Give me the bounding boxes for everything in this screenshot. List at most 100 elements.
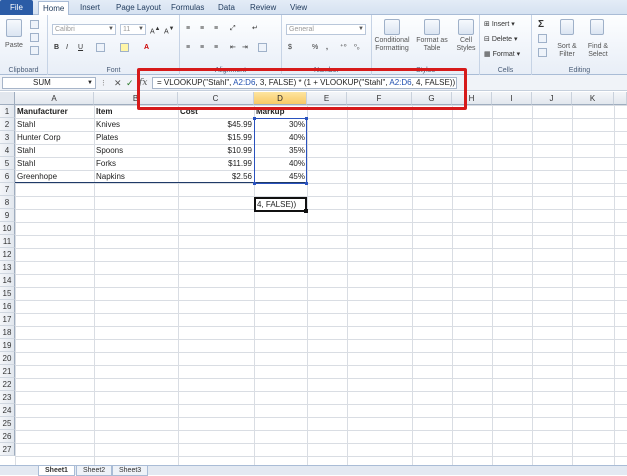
row-header[interactable]: 19: [0, 339, 15, 352]
underline-button[interactable]: U: [78, 42, 83, 53]
tab-formulas[interactable]: Formulas: [167, 1, 208, 15]
wrap-text-icon[interactable]: ↵: [252, 23, 258, 34]
tab-home[interactable]: Home: [38, 1, 70, 15]
fill-icon[interactable]: [538, 34, 547, 43]
delete-cells-button[interactable]: ⊟ Delete ▾: [484, 34, 518, 45]
align-bottom-icon[interactable]: ≡: [214, 23, 218, 34]
font-name-select[interactable]: Calibri ▼: [52, 24, 116, 35]
name-box[interactable]: SUM ▼: [2, 77, 96, 89]
font-size-select[interactable]: 11 ▼: [120, 24, 146, 35]
indent-increase-icon[interactable]: ⇥: [242, 42, 248, 53]
number-format-select[interactable]: General ▼: [286, 24, 366, 35]
tab-view[interactable]: View: [286, 1, 311, 15]
increase-decimal-icon[interactable]: ⁺⁰: [340, 42, 347, 53]
row-header[interactable]: 11: [0, 235, 15, 248]
orientation-icon[interactable]: ⤢: [230, 23, 236, 34]
row-header[interactable]: 24: [0, 404, 15, 417]
sort-filter-button[interactable]: Sort & Filter: [552, 43, 582, 59]
align-left-icon[interactable]: ≡: [186, 42, 190, 53]
row-header[interactable]: 13: [0, 261, 15, 274]
percent-button[interactable]: %: [312, 42, 318, 53]
sort-filter-icon[interactable]: [560, 19, 574, 35]
shrink-font-button[interactable]: A▼: [164, 24, 174, 35]
format-painter-icon[interactable]: [30, 46, 39, 55]
row-header[interactable]: 10: [0, 222, 15, 235]
tab-file[interactable]: File: [0, 0, 33, 15]
autosum-button[interactable]: Σ: [538, 19, 544, 30]
tab-page-layout[interactable]: Page Layout: [112, 1, 165, 15]
row-header[interactable]: 26: [0, 430, 15, 443]
row-header[interactable]: 7: [0, 183, 15, 196]
fill-color-icon[interactable]: [120, 43, 129, 52]
cut-icon[interactable]: [30, 20, 39, 29]
font-color-button[interactable]: A: [144, 42, 149, 53]
row-header[interactable]: 8: [0, 196, 15, 209]
row-header[interactable]: 5: [0, 157, 15, 170]
row-header[interactable]: 25: [0, 417, 15, 430]
tab-insert[interactable]: Insert: [76, 1, 104, 15]
row-header[interactable]: 12: [0, 248, 15, 261]
comma-button[interactable]: ,: [326, 42, 328, 53]
tab-review[interactable]: Review: [246, 1, 280, 15]
row-header[interactable]: 22: [0, 378, 15, 391]
row-header[interactable]: 4: [0, 144, 15, 157]
align-right-icon[interactable]: ≡: [214, 42, 218, 53]
column-header-k[interactable]: K: [572, 92, 614, 105]
row-header[interactable]: 17: [0, 313, 15, 326]
row-header[interactable]: 3: [0, 131, 15, 144]
paste-button[interactable]: Paste: [2, 42, 26, 50]
row-header[interactable]: 15: [0, 287, 15, 300]
row-header[interactable]: 2: [0, 118, 15, 131]
indent-decrease-icon[interactable]: ⇤: [230, 42, 236, 53]
range-handle[interactable]: [253, 117, 256, 120]
select-all-corner[interactable]: [0, 92, 15, 105]
conditional-formatting-button[interactable]: Conditional Formatting: [372, 37, 412, 53]
fill-handle[interactable]: [304, 209, 308, 213]
row-header[interactable]: 20: [0, 352, 15, 365]
range-handle[interactable]: [305, 182, 308, 185]
range-handle[interactable]: [305, 117, 308, 120]
italic-button[interactable]: I: [66, 42, 68, 53]
cell-styles-button[interactable]: Cell Styles: [452, 37, 480, 53]
grow-font-button[interactable]: A▲: [150, 24, 160, 35]
row-header[interactable]: 14: [0, 274, 15, 287]
row-header[interactable]: 18: [0, 326, 15, 339]
row-header[interactable]: 6: [0, 170, 15, 183]
align-center-icon[interactable]: ≡: [200, 42, 204, 53]
cancel-icon[interactable]: ✕: [114, 77, 122, 89]
format-as-table-button[interactable]: Format as Table: [414, 37, 450, 53]
merge-center-icon[interactable]: [258, 43, 267, 52]
tab-data[interactable]: Data: [214, 1, 239, 15]
row-header[interactable]: 16: [0, 300, 15, 313]
find-select-button[interactable]: Find & Select: [582, 43, 614, 59]
format-cells-button[interactable]: ▦ Format ▾: [484, 49, 520, 60]
copy-icon[interactable]: [30, 33, 39, 42]
column-header-j[interactable]: J: [532, 92, 572, 105]
column-header-i[interactable]: I: [492, 92, 532, 105]
active-cell-d8[interactable]: 4, FALSE)): [254, 197, 308, 213]
bold-button[interactable]: B: [54, 42, 59, 53]
column-header-partial[interactable]: [614, 92, 627, 105]
row-header[interactable]: 27: [0, 443, 15, 456]
find-select-icon[interactable]: [590, 19, 604, 35]
currency-button[interactable]: $: [288, 42, 292, 53]
conditional-formatting-icon[interactable]: [384, 19, 400, 35]
align-middle-icon[interactable]: ≡: [200, 23, 204, 34]
range-handle[interactable]: [253, 182, 256, 185]
cell-styles-icon[interactable]: [458, 19, 474, 35]
clear-icon[interactable]: [538, 48, 547, 57]
decrease-decimal-icon[interactable]: ⁰₀: [354, 42, 360, 53]
grid-line: [614, 105, 615, 465]
align-top-icon[interactable]: ≡: [186, 23, 190, 34]
enter-icon[interactable]: ✓: [126, 77, 134, 89]
insert-cells-button[interactable]: ⊞ Insert ▾: [484, 19, 515, 30]
column-header-a[interactable]: A: [15, 92, 94, 105]
row-header[interactable]: 21: [0, 365, 15, 378]
row-header[interactable]: 9: [0, 209, 15, 222]
row-header[interactable]: 1: [0, 105, 15, 118]
paste-icon[interactable]: [6, 19, 22, 37]
row-header[interactable]: 23: [0, 391, 15, 404]
borders-icon[interactable]: [96, 43, 105, 52]
expand-handle-icon[interactable]: ⁝: [102, 77, 105, 89]
format-as-table-icon[interactable]: [424, 19, 440, 35]
